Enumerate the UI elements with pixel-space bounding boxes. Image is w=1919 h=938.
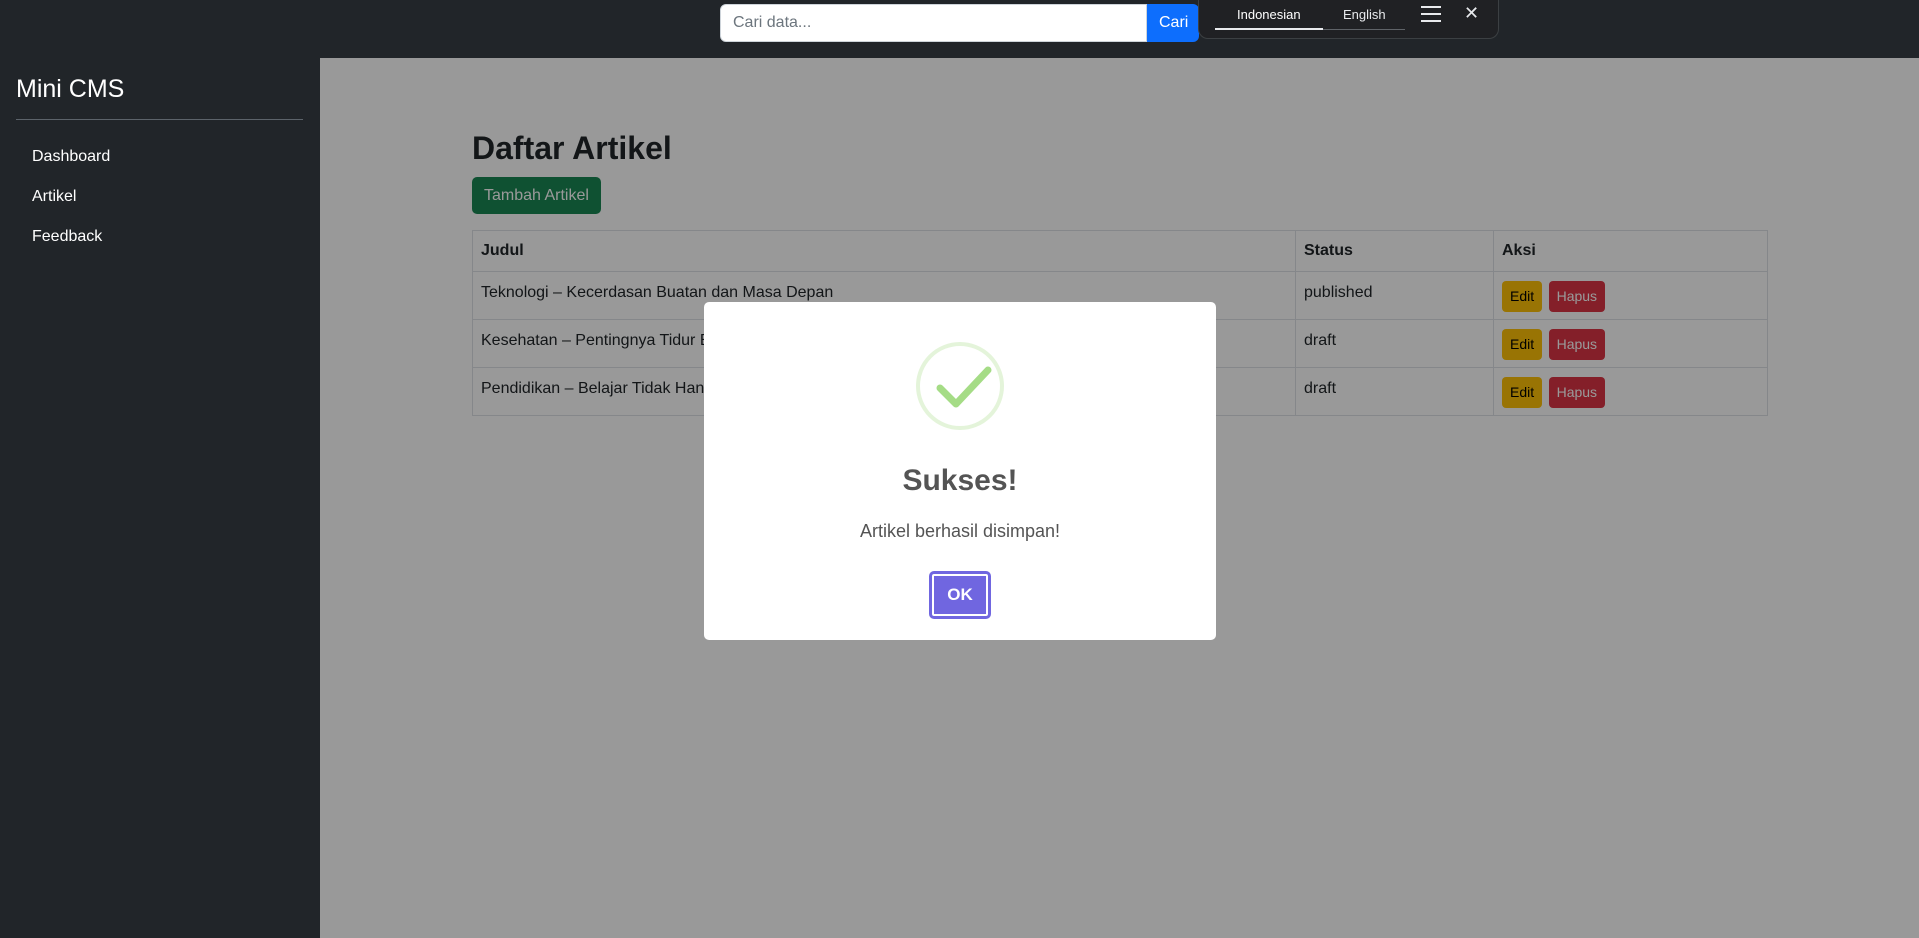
search-form: Cari <box>720 4 1199 42</box>
sidebar-item-artikel[interactable]: Artikel <box>32 188 76 206</box>
sidebar-item-feedback[interactable]: Feedback <box>32 228 102 246</box>
dialog-title: Sukses! <box>902 464 1018 497</box>
success-dialog: Sukses! Artikel berhasil disimpan! OK <box>704 302 1216 640</box>
hamburger-menu-icon[interactable] <box>1421 6 1441 24</box>
language-tab-english[interactable]: English <box>1343 7 1386 22</box>
ok-button[interactable]: OK <box>929 571 991 619</box>
brand-title[interactable]: Mini CMS <box>16 75 124 104</box>
translate-bar: Indonesian English ✕ <box>1198 0 1499 39</box>
language-tab-indonesian[interactable]: Indonesian <box>1237 7 1301 22</box>
active-language-indicator <box>1215 28 1323 30</box>
top-navbar: Cari Indonesian English ✕ <box>0 0 1919 58</box>
dialog-message: Artikel berhasil disimpan! <box>859 521 1061 541</box>
language-divider <box>1323 29 1405 30</box>
sidebar: Mini CMS Dashboard Artikel Feedback <box>0 58 320 938</box>
close-icon[interactable]: ✕ <box>1464 3 1479 24</box>
success-check-icon <box>916 342 1004 430</box>
sidebar-divider <box>16 119 303 120</box>
sidebar-item-dashboard[interactable]: Dashboard <box>32 148 110 166</box>
search-button[interactable]: Cari <box>1147 4 1199 42</box>
search-input[interactable] <box>720 4 1147 42</box>
